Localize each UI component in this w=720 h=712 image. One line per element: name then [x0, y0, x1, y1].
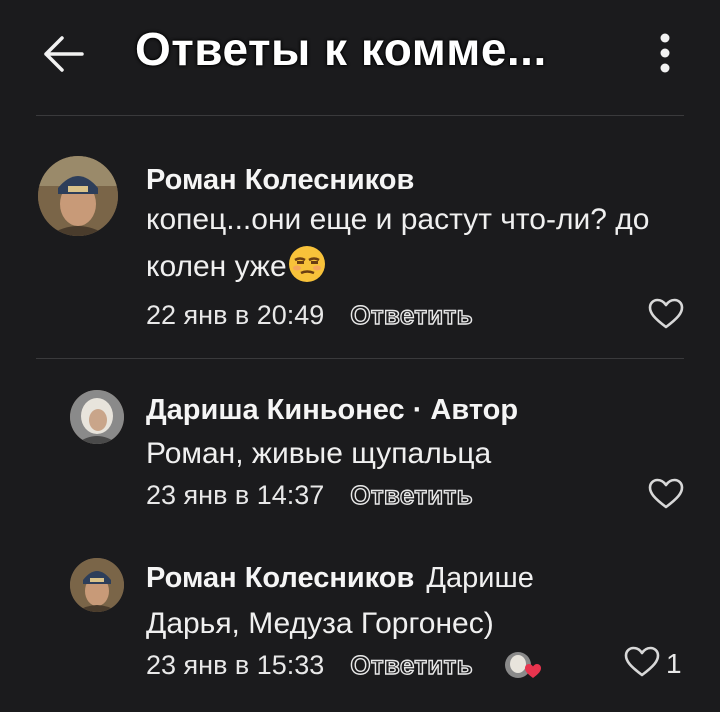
avatar[interactable]: [38, 156, 118, 236]
comment-author[interactable]: Роман Колесников: [146, 562, 414, 594]
comment-item: Роман Колесников копец...они еще и расту…: [0, 150, 720, 350]
arrow-left-icon: [44, 36, 84, 72]
comment-author[interactable]: Дариша Киньонес · Автор: [146, 394, 518, 427]
comment-text: Дарья, Медуза Горгонес): [146, 607, 494, 640]
comment-date: 22 янв в 20:49: [146, 300, 325, 330]
more-menu-button[interactable]: [650, 30, 680, 78]
more-vertical-icon: [660, 33, 670, 73]
unamused-face-icon: [288, 246, 325, 282]
like-count: 1: [666, 648, 682, 679]
heart-outline-icon: [624, 646, 660, 677]
comment-text: Роман, живые щупальца: [146, 437, 492, 470]
app-header: Ответы к комме...: [0, 0, 720, 115]
comment-date: 23 янв в 15:33: [146, 649, 325, 680]
reply-item: Дариша Киньонес · Автор Роман, живые щуп…: [0, 380, 720, 520]
like-button[interactable]: [624, 646, 660, 678]
back-button[interactable]: [38, 28, 90, 80]
comment-text: копец...они еще и растут что-ли? до коле…: [146, 203, 650, 283]
heart-outline-icon: [648, 298, 684, 329]
reply-button[interactable]: Ответить: [350, 479, 474, 511]
heart-outline-icon: [648, 478, 684, 509]
header-divider: [36, 115, 684, 116]
heart-filled-icon: [524, 664, 541, 678]
comment-author-line: Роман Колесников Дарише: [146, 562, 534, 595]
comment-date: 23 янв в 14:37: [146, 480, 325, 510]
author-liked-badge: [503, 648, 543, 682]
comment-author[interactable]: Роман Колесников: [146, 164, 414, 197]
avatar[interactable]: [70, 558, 124, 612]
reply-button[interactable]: Ответить: [350, 299, 474, 331]
comment-divider: [36, 358, 684, 359]
avatar[interactable]: [70, 390, 124, 444]
like-button[interactable]: [648, 478, 684, 510]
comment-meta: 23 янв в 15:33 Ответить: [146, 648, 543, 682]
reply-item: Роман Колесников Дарише Дарья, Медуза Гор…: [0, 548, 720, 698]
reply-to-name[interactable]: Дарише: [426, 562, 534, 594]
page-title: Ответы к комме...: [135, 23, 547, 75]
reply-button[interactable]: Ответить: [350, 649, 474, 681]
like-button[interactable]: [648, 298, 684, 330]
comment-meta: 23 янв в 14:37 Ответить: [146, 479, 474, 511]
comment-meta: 22 янв в 20:49 Ответить: [146, 299, 474, 331]
